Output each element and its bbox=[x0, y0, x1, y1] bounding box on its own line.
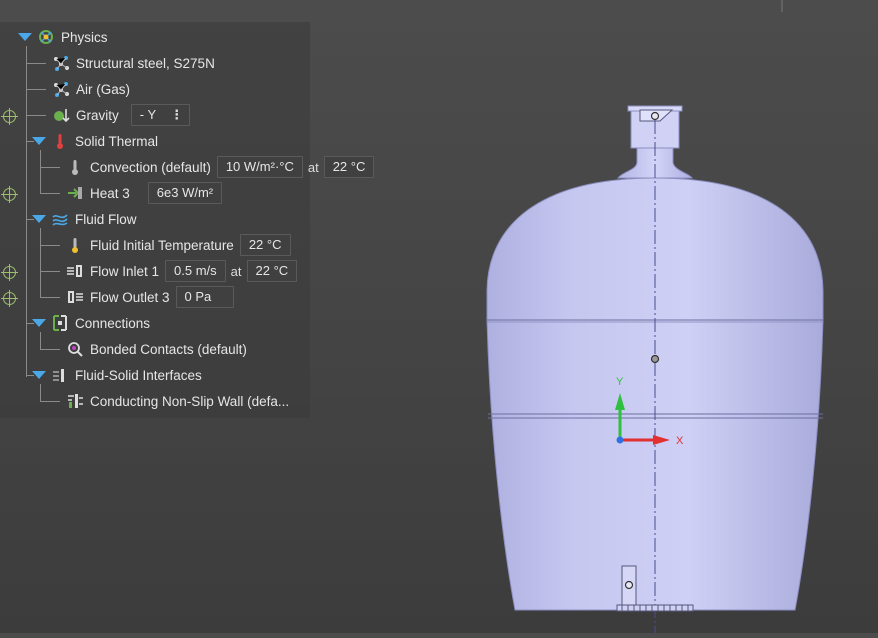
tree-label: Connections bbox=[75, 315, 151, 331]
interface-icon bbox=[51, 366, 69, 384]
gravity-icon bbox=[52, 106, 70, 124]
fluid-initial-temperature-field[interactable]: 22 °C bbox=[239, 234, 291, 256]
gravity-target-icon[interactable] bbox=[1, 108, 18, 125]
thermometer-icon bbox=[51, 132, 69, 150]
axis-y-label: Y bbox=[616, 376, 624, 388]
wall-icon bbox=[66, 392, 84, 410]
tree-label: Heat 3 bbox=[90, 185, 130, 201]
tree-item-material-steel[interactable]: Structural steel, S275N bbox=[52, 52, 215, 74]
tree-label: Flow Inlet 1 bbox=[90, 263, 160, 279]
tree-label: Conducting Non-Slip Wall (defa... bbox=[90, 393, 290, 409]
axis-x-label: X bbox=[676, 435, 684, 447]
fluid-flow-icon bbox=[51, 210, 69, 228]
tree-label: Bonded Contacts (default) bbox=[90, 341, 247, 357]
tree-item-material-air[interactable]: Air (Gas) bbox=[52, 78, 130, 100]
material-icon bbox=[52, 54, 70, 72]
thermometer-icon bbox=[66, 158, 84, 176]
expand-chevron-icon[interactable] bbox=[32, 215, 46, 223]
expand-chevron-icon[interactable] bbox=[32, 319, 46, 327]
tree-item-fluid-flow[interactable]: Fluid Flow bbox=[32, 208, 137, 230]
flow-outlet-icon bbox=[66, 288, 84, 306]
tree-label: Fluid Initial Temperature bbox=[90, 237, 234, 253]
more-options-icon[interactable]: ⋮ bbox=[170, 105, 183, 125]
flow-outlet-pressure-field[interactable]: 0 Pa bbox=[175, 286, 234, 308]
flow-inlet-target-icon[interactable] bbox=[1, 264, 18, 281]
bonded-contact-icon bbox=[66, 340, 84, 358]
tree-item-heat[interactable]: Heat 3 6e3 W/m² bbox=[66, 182, 223, 204]
thermometer-icon bbox=[66, 236, 84, 254]
tree-item-solid-thermal[interactable]: Solid Thermal bbox=[32, 130, 158, 152]
tree-item-convection[interactable]: Convection (default) 10 W/m²·°C at 22 °C bbox=[66, 156, 375, 178]
tree-item-conducting-wall[interactable]: Conducting Non-Slip Wall (defa... bbox=[66, 390, 289, 412]
tree-item-bonded-contacts[interactable]: Bonded Contacts (default) bbox=[66, 338, 247, 360]
flow-outlet-target-icon[interactable] bbox=[1, 290, 18, 307]
flow-inlet-temperature-field[interactable]: 22 °C bbox=[246, 260, 298, 282]
tree-label: Solid Thermal bbox=[75, 133, 159, 149]
convection-temperature-field[interactable]: 22 °C bbox=[323, 156, 375, 178]
material-icon bbox=[52, 80, 70, 98]
tree-item-flow-outlet[interactable]: Flow Outlet 3 0 Pa bbox=[66, 286, 234, 308]
heat-flux-icon bbox=[66, 184, 84, 202]
tree-label: Fluid-Solid Interfaces bbox=[75, 367, 202, 383]
flow-inlet-icon bbox=[66, 262, 84, 280]
heat-target-icon[interactable] bbox=[1, 186, 18, 203]
heat-flux-field[interactable]: 6e3 W/m² bbox=[147, 182, 223, 204]
tree-label: Air (Gas) bbox=[76, 81, 130, 97]
tree-label: Physics bbox=[61, 29, 108, 45]
tree-item-flow-inlet[interactable]: Flow Inlet 1 0.5 m/s at 22 °C bbox=[66, 260, 298, 282]
expand-chevron-icon[interactable] bbox=[32, 137, 46, 145]
convection-coefficient-field[interactable]: 10 W/m²·°C bbox=[216, 156, 303, 178]
tree-item-connections[interactable]: Connections bbox=[32, 312, 150, 334]
flow-inlet-velocity-field[interactable]: 0.5 m/s bbox=[165, 260, 226, 282]
tree-label: Flow Outlet 3 bbox=[90, 289, 170, 305]
expand-chevron-icon[interactable] bbox=[18, 33, 32, 41]
connections-icon bbox=[51, 314, 69, 332]
expand-chevron-icon[interactable] bbox=[32, 371, 46, 379]
tank-model[interactable] bbox=[486, 105, 824, 633]
tree-label: Structural steel, S275N bbox=[76, 55, 215, 71]
tree-label: Gravity bbox=[76, 107, 119, 123]
at-label: at bbox=[307, 159, 319, 175]
gravity-direction-field[interactable]: - Y ⋮ bbox=[130, 104, 191, 126]
at-label: at bbox=[230, 263, 242, 279]
gravity-direction-value: - Y bbox=[139, 107, 157, 122]
tree-label: Fluid Flow bbox=[75, 211, 137, 227]
tree-item-physics[interactable]: Physics bbox=[18, 26, 108, 48]
physics-icon bbox=[37, 28, 55, 46]
tree-item-fluid-initial-temperature[interactable]: Fluid Initial Temperature 22 °C bbox=[66, 234, 291, 256]
tree-label: Convection (default) bbox=[90, 159, 211, 175]
tree-item-fluid-solid-interfaces[interactable]: Fluid-Solid Interfaces bbox=[32, 364, 202, 386]
tree-item-gravity[interactable]: Gravity - Y ⋮ bbox=[52, 104, 191, 126]
